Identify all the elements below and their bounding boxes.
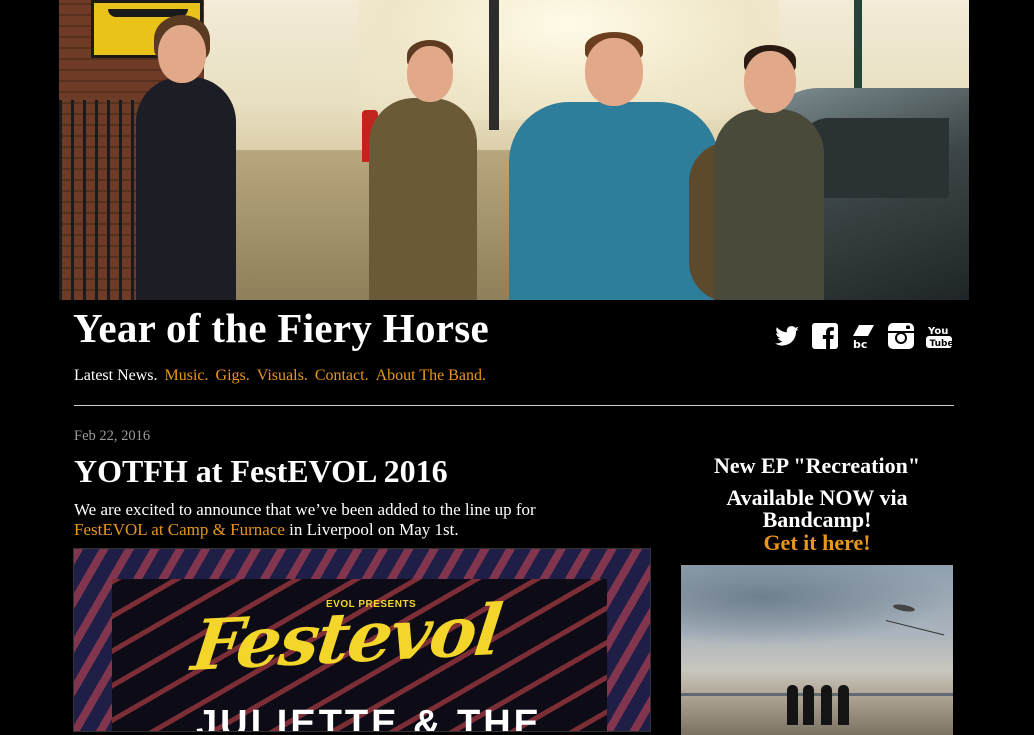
social-links: bc You Tube [773, 322, 953, 350]
youtube-icon: You Tube [926, 326, 954, 349]
ep-heading: New EP "Recreation" [713, 453, 921, 478]
poster-headliner: JULIETTE & THE [196, 703, 543, 731]
youtube-link[interactable]: You Tube [925, 322, 953, 350]
nav-latest-news[interactable]: Latest News. [74, 367, 158, 385]
svg-text:bc: bc [853, 338, 867, 350]
bandcamp-icon: bc [853, 325, 874, 350]
silhouette-figure [787, 685, 798, 725]
post-body: We are excited to announce that we’ve be… [74, 500, 654, 540]
header-divider [74, 405, 954, 406]
silhouette-figure [821, 685, 832, 725]
svg-text:You: You [927, 326, 948, 337]
get-it-here-link[interactable]: Get it here! [679, 531, 955, 555]
main-nav: Latest News. Music. Gigs. Visuals. Conta… [74, 367, 486, 385]
poster-festival-name: Festevol [187, 588, 505, 687]
silhouette-figure [803, 685, 814, 725]
bandcamp-link[interactable]: bc [849, 322, 877, 350]
post-title[interactable]: YOTFH at FestEVOL 2016 [74, 452, 448, 490]
twitter-icon [775, 326, 799, 346]
instagram-link[interactable] [887, 322, 915, 350]
ep-cover-image[interactable] [681, 565, 953, 735]
post-body-text-end: in Liverpool on May 1st. [284, 520, 459, 539]
facebook-link[interactable] [811, 322, 839, 350]
instagram-icon [888, 323, 914, 349]
festevol-link[interactable]: FestEVOL at Camp & Furnace [74, 520, 285, 539]
facebook-icon [812, 323, 838, 349]
nav-music[interactable]: Music. [165, 367, 209, 385]
site-title[interactable]: Year of the Fiery Horse [73, 304, 489, 353]
nav-contact[interactable]: Contact. [315, 367, 369, 385]
twitter-link[interactable] [773, 322, 801, 350]
festevol-poster-image[interactable]: EVOL PRESENTS Festevol JULIETTE & THE [74, 549, 650, 731]
nav-visuals[interactable]: Visuals. [257, 367, 308, 385]
post-body-text: We are excited to announce that we’ve be… [74, 500, 536, 519]
svg-text:Tube: Tube [930, 339, 954, 349]
sidebar-ep-promo: New EP "Recreation" Available NOW via Ba… [679, 453, 955, 735]
silhouette-figure [838, 685, 849, 725]
post-date: Feb 22, 2016 [74, 428, 151, 444]
page: Year of the Fiery Horse bc You Tube Late… [59, 0, 969, 735]
nav-about-the-band[interactable]: About The Band. [376, 367, 486, 385]
ep-availability: Available NOW via Bandcamp! [726, 485, 908, 532]
hero-band-photo [59, 0, 969, 300]
nav-gigs[interactable]: Gigs. [216, 367, 250, 385]
